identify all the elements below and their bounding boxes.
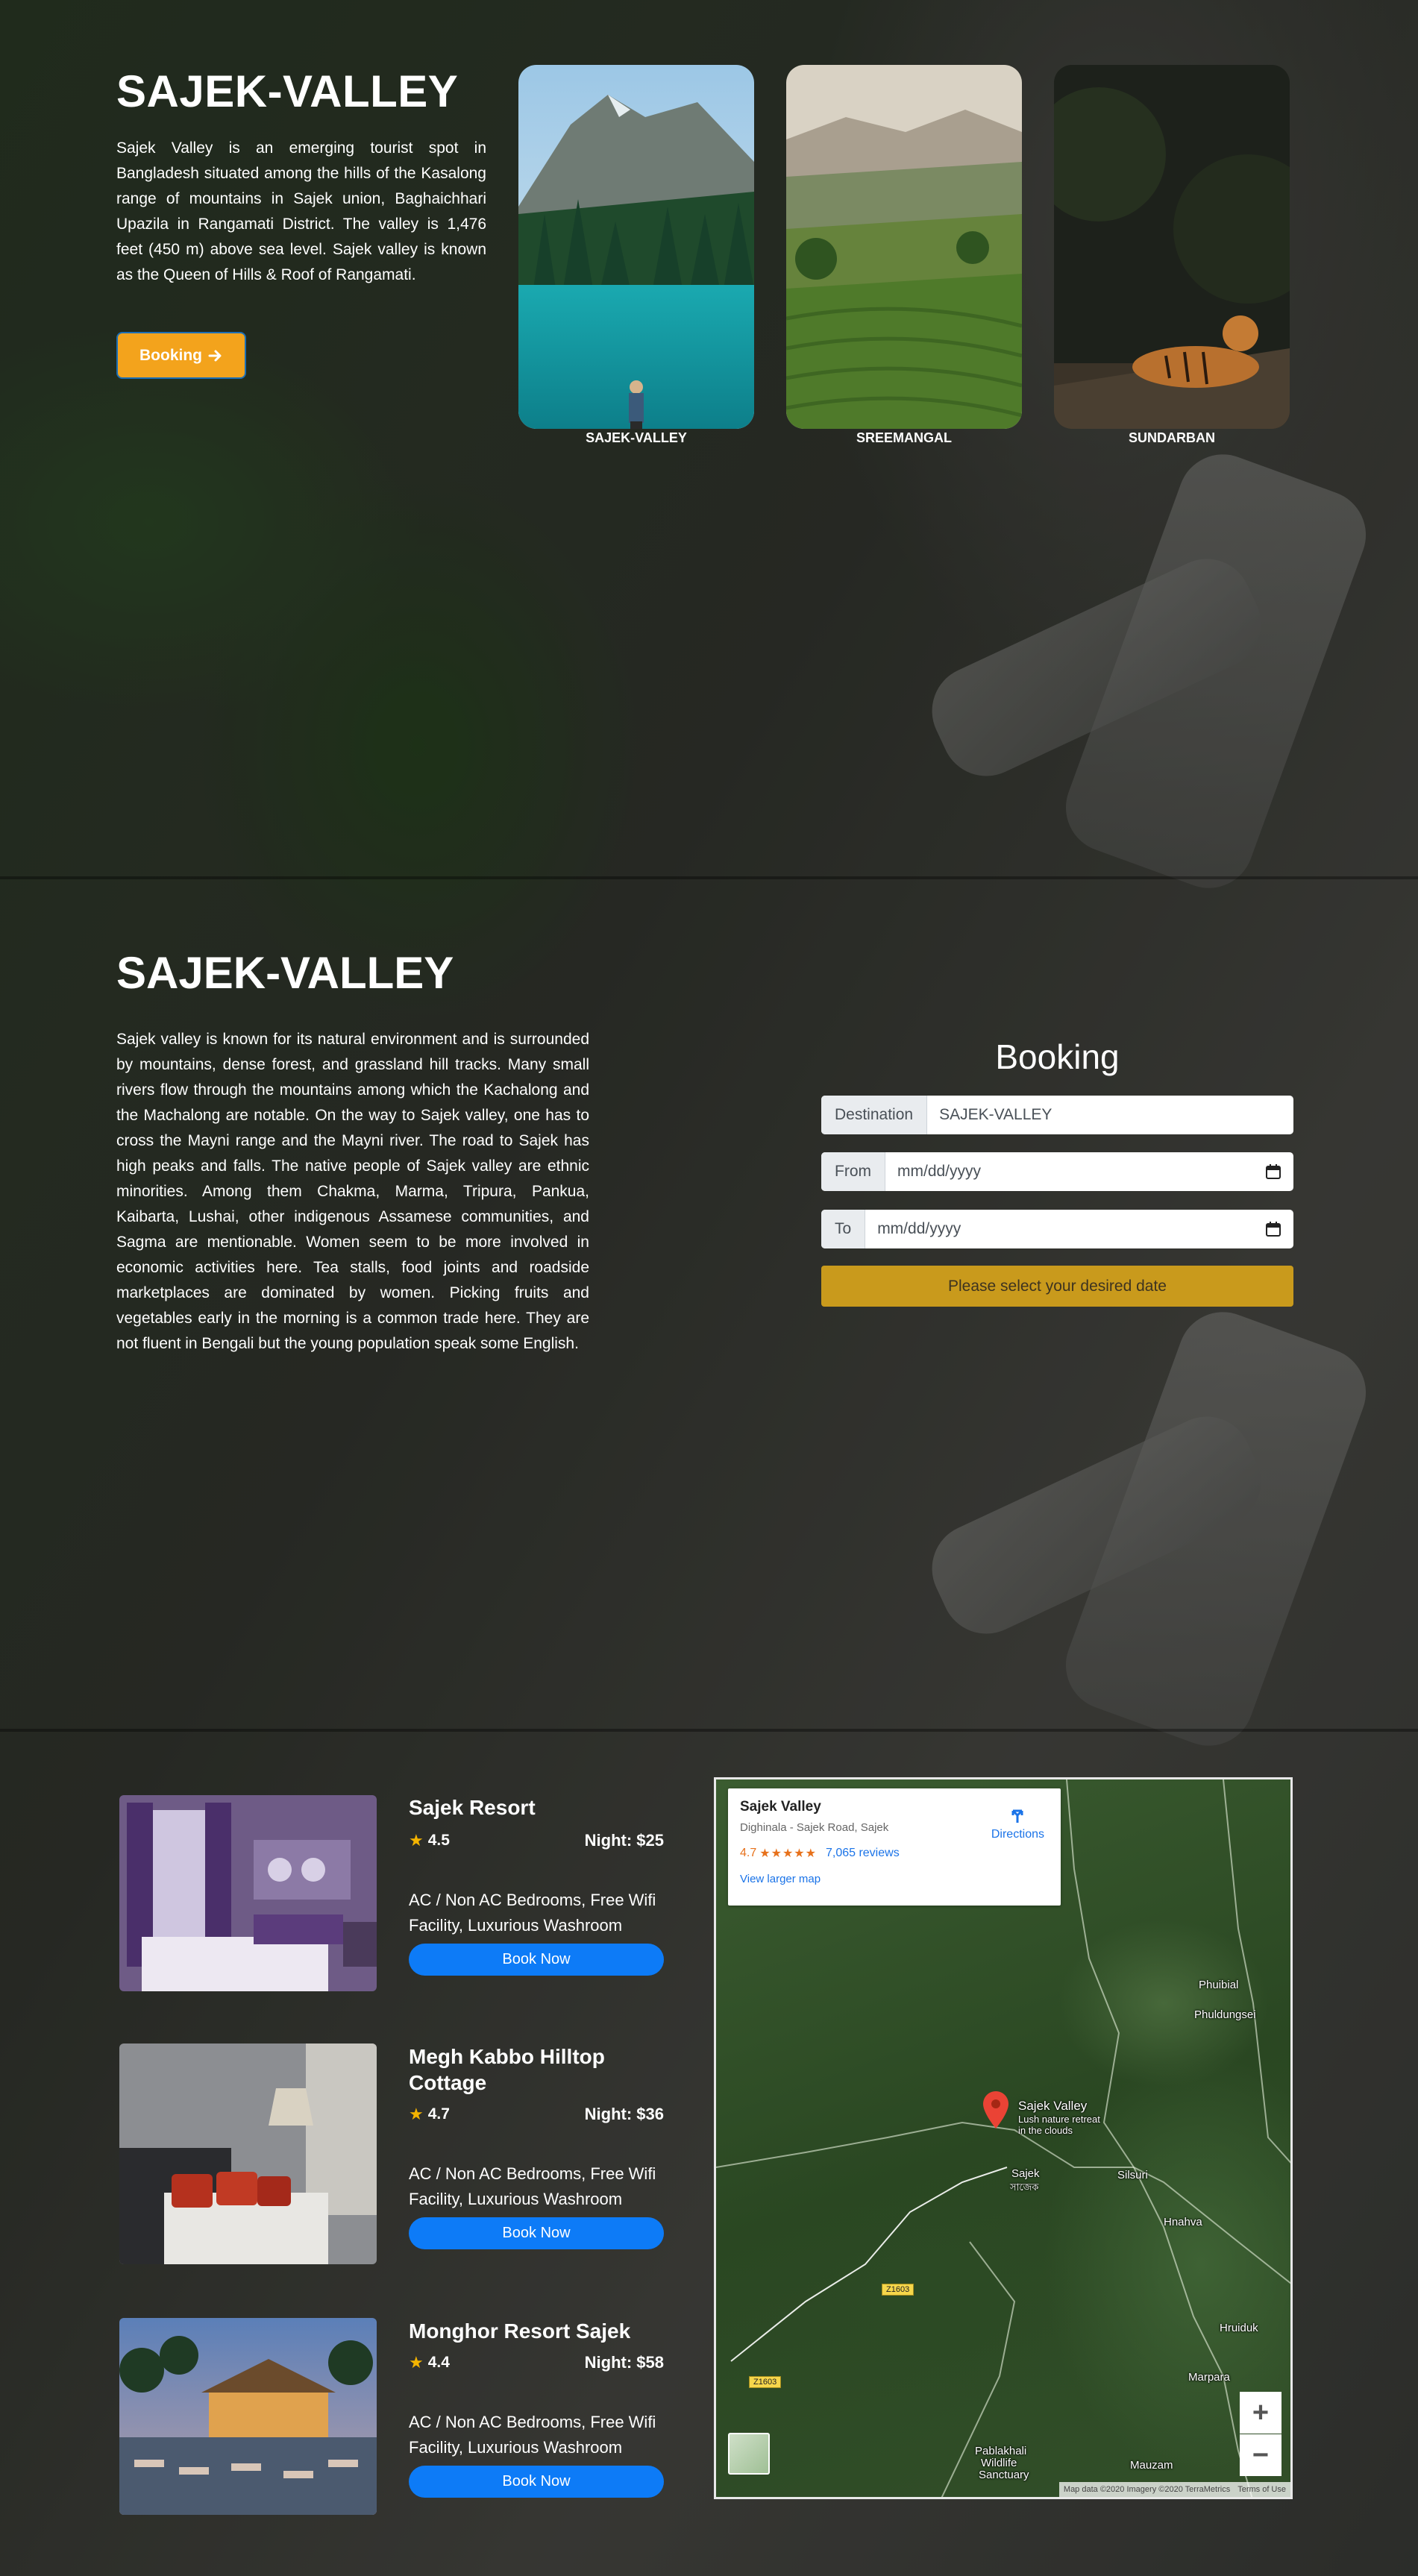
calendar-icon[interactable]	[1265, 1163, 1281, 1180]
hotel-amenities: AC / Non AC Bedrooms, Free Wifi Facility…	[409, 1891, 656, 1935]
destination-card-sundarban[interactable]	[1054, 65, 1290, 429]
destination-card-sreemangal[interactable]	[786, 65, 1022, 429]
destination-card-label: SAJEK-VALLEY	[586, 430, 687, 445]
from-date-placeholder: mm/dd/yyyy	[897, 1163, 982, 1180]
hotel-photo-megh-kabbo	[119, 2043, 377, 2264]
road-badge: Z1603	[882, 2284, 915, 2296]
map-label-pablakhali: Wildlife	[981, 2457, 1017, 2469]
zoom-in-button[interactable]: +	[1240, 2392, 1281, 2434]
map-place-card: Sajek Valley Dighinala - Sajek Road, Saj…	[728, 1788, 1061, 1906]
hotel-name: Megh Kabbo Hilltop Cottage	[409, 2045, 605, 2094]
map-rating-value: 4.7	[740, 1847, 757, 1859]
map-attribution-text: Map data ©2020 Imagery ©2020 TerraMetric…	[1063, 2485, 1231, 2494]
map-attribution: Map data ©2020 Imagery ©2020 TerraMetric…	[1058, 2482, 1290, 2497]
rating-value: 4.7	[427, 2105, 450, 2123]
map-rating-stars: ★★★★★	[759, 1847, 817, 1860]
arrow-right-icon	[208, 350, 222, 361]
map-pin-subtitle: Lush nature retreat	[1018, 2114, 1100, 2125]
hotel-name: Monghor Resort Sajek	[409, 2319, 631, 2343]
star-icon: ★	[409, 1831, 424, 1850]
to-date-field-group: To mm/dd/yyyy	[821, 1210, 1293, 1248]
hotel-rating: ★ 4.5	[409, 1831, 450, 1850]
hotel-rating: ★ 4.4	[409, 2353, 450, 2372]
destination-card-label: SUNDARBAN	[1129, 430, 1215, 445]
sundarban-photo	[1054, 65, 1290, 429]
destination-value: SAJEK-VALLEY	[939, 1106, 1052, 1123]
map-satellite-toggle[interactable]	[728, 2433, 770, 2475]
book-now-button[interactable]: Book Now	[409, 1944, 664, 1976]
map-label-hruiduk: Hruiduk	[1220, 2322, 1258, 2334]
book-now-button[interactable]: Book Now	[409, 2217, 664, 2249]
map-pin-icon	[983, 2091, 1008, 2129]
directions-label: Directions	[991, 1828, 1044, 1841]
booking-button-label: Booking	[139, 346, 202, 364]
rating-value: 4.5	[427, 1832, 450, 1849]
hotel-name: Sajek Resort	[409, 1796, 536, 1819]
star-icon: ★	[409, 2353, 424, 2372]
sreemangal-photo	[786, 65, 1022, 429]
hotel-rating: ★ 4.7	[409, 2105, 450, 2124]
map-label-sajek: Sajek	[1011, 2167, 1040, 2180]
map-terms-link[interactable]: Terms of Use	[1237, 2485, 1286, 2494]
hotel-photo-monghor-resort	[119, 2318, 377, 2515]
map-label-sajek-local: সাজেক	[1010, 2181, 1039, 2193]
map-label-silsuri: Silsuri	[1117, 2169, 1148, 2181]
details-description: Sajek valley is known for its natural en…	[116, 1031, 589, 1352]
directions-icon	[1011, 1809, 1023, 1823]
destination-label: Destination	[821, 1096, 928, 1134]
book-now-button[interactable]: Book Now	[409, 2466, 664, 2498]
destination-card-sajek[interactable]	[518, 65, 754, 429]
destination-input[interactable]: SAJEK-VALLEY	[927, 1096, 1293, 1134]
map-label-phuibial: Phuibial	[1199, 1979, 1239, 1991]
sajek-valley-photo	[518, 65, 754, 429]
map-label-phuldungsei: Phuldungsei	[1194, 2008, 1256, 2021]
map-marker[interactable]	[983, 2091, 1008, 2132]
map-reviews-link[interactable]: 7,065 reviews	[826, 1847, 900, 1860]
booking-form-title: Booking	[995, 1037, 1120, 1076]
star-icon: ★	[409, 2105, 424, 2123]
hotel-amenities: AC / Non AC Bedrooms, Free Wifi Facility…	[409, 2413, 656, 2457]
calendar-icon[interactable]	[1265, 1221, 1281, 1237]
destination-field-group: Destination SAJEK-VALLEY	[821, 1096, 1293, 1134]
hero-title: SAJEK-VALLEY	[116, 66, 459, 116]
section-divider	[0, 1729, 1418, 1732]
to-label: To	[821, 1210, 866, 1248]
to-date-placeholder: mm/dd/yyyy	[877, 1220, 961, 1237]
hotel-photo-sajek-resort	[119, 1795, 377, 1991]
destination-card-label: SREEMANGAL	[856, 430, 952, 445]
booking-button[interactable]: Booking	[116, 332, 246, 379]
map-label-pablakhali: Sanctuary	[979, 2469, 1029, 2481]
hotel-price: Night: $58	[584, 2353, 664, 2372]
hotel-amenities: AC / Non AC Bedrooms, Free Wifi Facility…	[409, 2164, 656, 2208]
to-date-input[interactable]: mm/dd/yyyy	[865, 1210, 1293, 1248]
map-label-hnahva: Hnahva	[1164, 2216, 1202, 2228]
hotel-price: Night: $25	[584, 1831, 664, 1850]
from-label: From	[821, 1152, 885, 1191]
map-pin-subtitle: in the clouds	[1018, 2125, 1073, 2136]
rating-value: 4.4	[427, 2354, 450, 2371]
from-date-input[interactable]: mm/dd/yyyy	[885, 1152, 1293, 1191]
view-larger-map-link[interactable]: View larger map	[740, 1873, 1049, 1885]
map-label-mauzam: Mauzam	[1130, 2459, 1173, 2472]
map-label-marpara: Marpara	[1188, 2371, 1230, 2384]
section-divider	[0, 876, 1418, 879]
directions-button[interactable]: Directions	[991, 1805, 1044, 1841]
map-pin-title: Sajek Valley	[1018, 2099, 1088, 2113]
from-date-field-group: From mm/dd/yyyy	[821, 1152, 1293, 1191]
hero-description: Sajek Valley is an emerging tourist spot…	[116, 139, 486, 283]
map-place-rating: 4.7 ★★★★★ 7,065 reviews	[740, 1846, 1049, 1861]
road-badge: Z1603	[749, 2376, 782, 2388]
zoom-out-button[interactable]: −	[1240, 2434, 1281, 2476]
embedded-map[interactable]: Sajek Valley Dighinala - Sajek Road, Saj…	[714, 1777, 1293, 2499]
hotel-price: Night: $36	[584, 2105, 664, 2123]
details-title: SAJEK-VALLEY	[116, 948, 454, 998]
map-label-pablakhali: Pablakhali	[975, 2445, 1027, 2457]
select-date-button[interactable]: Please select your desired date	[821, 1266, 1293, 1307]
